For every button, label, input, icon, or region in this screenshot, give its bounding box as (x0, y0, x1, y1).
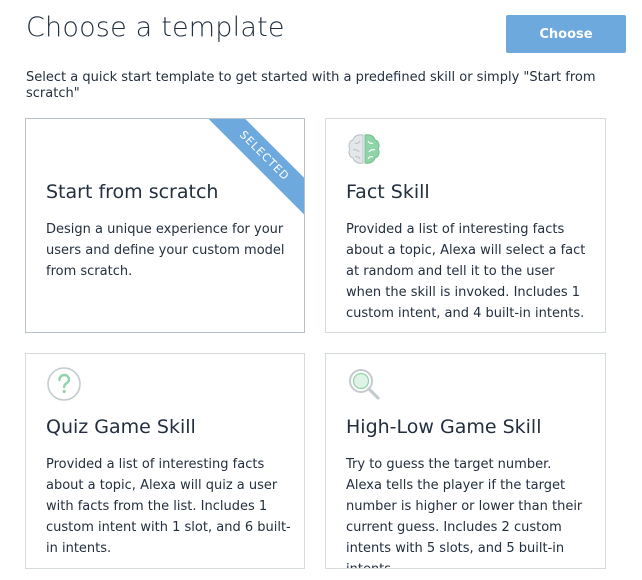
template-title: Start from scratch (46, 181, 219, 203)
template-title: Fact Skill (346, 181, 430, 203)
template-description: Try to guess the target number. Alexa te… (346, 457, 583, 568)
template-card-fact-skill[interactable]: Fact Skill Provided a list of interestin… (325, 118, 606, 333)
page-title: Choose a template (26, 12, 285, 43)
magnifier-icon (346, 366, 382, 402)
template-card-quiz-game-skill[interactable]: Quiz Game Skill Provided a list of inter… (25, 353, 305, 569)
brain-icon (346, 131, 382, 167)
template-description: Provided a list of interesting facts abo… (46, 457, 291, 556)
template-title: High-Low Game Skill (346, 416, 542, 438)
question-circle-icon (46, 366, 82, 402)
template-description: Provided a list of interesting facts abo… (346, 222, 586, 321)
page-subtitle: Select a quick start template to get sta… (26, 70, 596, 101)
template-card-start-from-scratch[interactable]: SELECTED Start from scratch Design a uni… (25, 118, 305, 333)
template-title: Quiz Game Skill (46, 416, 196, 438)
template-description: Design a unique experience for your user… (46, 222, 285, 279)
choose-button[interactable]: Choose (506, 15, 626, 53)
template-card-high-low-game-skill[interactable]: High-Low Game Skill Try to guess the tar… (325, 353, 606, 569)
selected-badge: SELECTED (198, 119, 304, 222)
